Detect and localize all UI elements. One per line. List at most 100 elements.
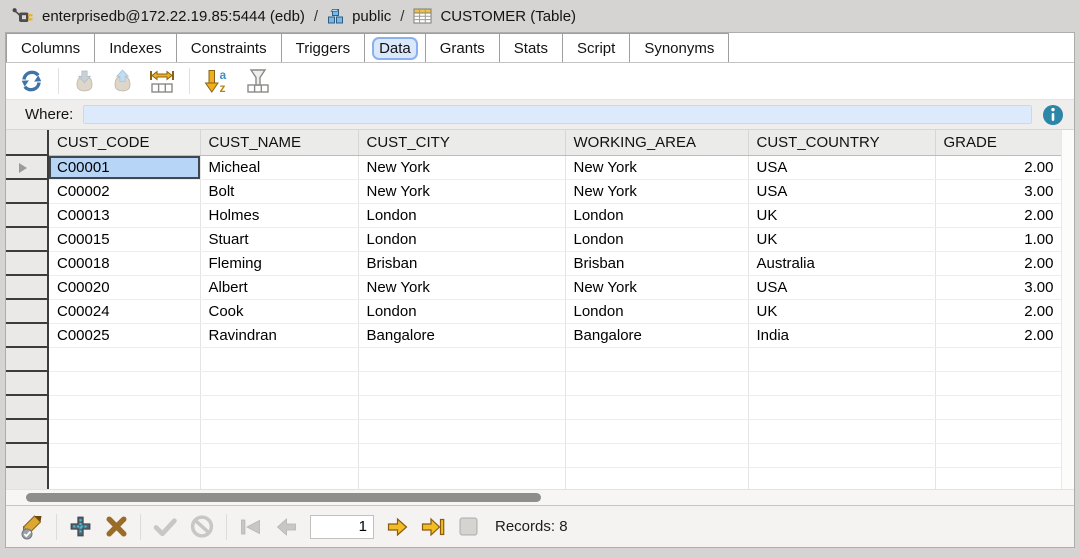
import-data-icon: [72, 69, 97, 94]
table-cell[interactable]: USA: [748, 275, 935, 299]
table-cell[interactable]: Holmes: [200, 203, 358, 227]
table-cell[interactable]: Ravindran: [200, 323, 358, 347]
table-cell[interactable]: London: [358, 299, 565, 323]
column-header-cust_code[interactable]: CUST_CODE: [48, 130, 200, 155]
app-window: enterprisedb@172.22.19.85:5444 (edb) / p…: [0, 0, 1080, 558]
table-cell[interactable]: Brisban: [358, 251, 565, 275]
empty-cell: [200, 443, 358, 467]
table-cell[interactable]: Bangalore: [565, 323, 748, 347]
table-cell[interactable]: USA: [748, 179, 935, 203]
tab-grants[interactable]: Grants: [425, 33, 500, 62]
vertical-scrollbar[interactable]: [1061, 130, 1074, 489]
table-cell[interactable]: C00001: [48, 155, 200, 179]
table-cell[interactable]: 1.00: [935, 227, 1062, 251]
table-cell[interactable]: Australia: [748, 251, 935, 275]
table-cell[interactable]: India: [748, 323, 935, 347]
table-cell[interactable]: New York: [358, 179, 565, 203]
table-cell[interactable]: Micheal: [200, 155, 358, 179]
row-gutter-cell[interactable]: [6, 155, 48, 179]
tab-label: Columns: [16, 39, 85, 58]
empty-cell: [358, 467, 565, 491]
edit-pencil-icon[interactable]: [18, 514, 45, 540]
tab-columns[interactable]: Columns: [6, 33, 95, 62]
last-record-icon[interactable]: [421, 515, 446, 539]
table-cell[interactable]: New York: [565, 155, 748, 179]
table-cell[interactable]: New York: [565, 275, 748, 299]
row-gutter-cell[interactable]: [6, 203, 48, 227]
table-cell[interactable]: 3.00: [935, 179, 1062, 203]
empty-cell: [200, 395, 358, 419]
column-header-cust_name[interactable]: CUST_NAME: [200, 130, 358, 155]
table-cell[interactable]: UK: [748, 299, 935, 323]
table-cell[interactable]: 2.00: [935, 251, 1062, 275]
record-number-input[interactable]: [310, 515, 374, 539]
insert-row-icon[interactable]: [68, 514, 93, 539]
table-row: C00025RavindranBangaloreBangaloreIndia2.…: [6, 323, 1062, 347]
column-header-working_area[interactable]: WORKING_AREA: [565, 130, 748, 155]
row-gutter-cell[interactable]: [6, 299, 48, 323]
table-cell[interactable]: UK: [748, 227, 935, 251]
table-cell[interactable]: C00013: [48, 203, 200, 227]
tab-constraints[interactable]: Constraints: [176, 33, 282, 62]
table-cell[interactable]: 2.00: [935, 323, 1062, 347]
info-icon[interactable]: [1042, 104, 1064, 126]
title-bar: enterprisedb@172.22.19.85:5444 (edb) / p…: [5, 0, 1075, 32]
filter-icon[interactable]: [244, 68, 272, 94]
table-cell[interactable]: London: [565, 203, 748, 227]
table-cell[interactable]: C00015: [48, 227, 200, 251]
table-cell[interactable]: C00002: [48, 179, 200, 203]
column-header-grade[interactable]: GRADE: [935, 130, 1062, 155]
delete-row-icon[interactable]: [104, 514, 129, 539]
next-record-icon[interactable]: [385, 515, 410, 539]
row-gutter-cell[interactable]: [6, 227, 48, 251]
table-cell[interactable]: 3.00: [935, 275, 1062, 299]
table-cell[interactable]: Bangalore: [358, 323, 565, 347]
table-cell[interactable]: New York: [358, 155, 565, 179]
horizontal-scrollbar-thumb[interactable]: [26, 493, 541, 502]
where-input[interactable]: [83, 105, 1032, 124]
table-cell[interactable]: 2.00: [935, 203, 1062, 227]
row-gutter-cell[interactable]: [6, 323, 48, 347]
tab-indexes[interactable]: Indexes: [94, 33, 177, 62]
table-cell[interactable]: New York: [358, 275, 565, 299]
tab-script[interactable]: Script: [562, 33, 630, 62]
refresh-icon[interactable]: [18, 68, 45, 94]
status-bar: Records: 8: [6, 505, 1074, 547]
table-cell[interactable]: New York: [565, 179, 748, 203]
table-cell[interactable]: C00025: [48, 323, 200, 347]
schema-icon: [327, 8, 344, 25]
table-cell[interactable]: Stuart: [200, 227, 358, 251]
horizontal-scrollbar[interactable]: [6, 489, 1074, 505]
row-gutter-cell: [6, 371, 48, 395]
table-cell[interactable]: London: [358, 227, 565, 251]
table-cell[interactable]: 2.00: [935, 155, 1062, 179]
table-cell[interactable]: UK: [748, 203, 935, 227]
table-cell[interactable]: Fleming: [200, 251, 358, 275]
tab-data[interactable]: Data: [364, 33, 426, 62]
tab-synonyms[interactable]: Synonyms: [629, 33, 729, 62]
table-cell[interactable]: Bolt: [200, 179, 358, 203]
table-cell[interactable]: Brisban: [565, 251, 748, 275]
fit-columns-icon[interactable]: [148, 69, 176, 94]
column-header-cust_country[interactable]: CUST_COUNTRY: [748, 130, 935, 155]
table-cell[interactable]: USA: [748, 155, 935, 179]
sort-az-icon[interactable]: a z: [203, 68, 231, 95]
table-cell[interactable]: Cook: [200, 299, 358, 323]
table-cell[interactable]: Albert: [200, 275, 358, 299]
empty-cell: [935, 419, 1062, 443]
table-cell[interactable]: London: [565, 299, 748, 323]
table-cell[interactable]: London: [358, 203, 565, 227]
table-cell[interactable]: London: [565, 227, 748, 251]
column-header-cust_city[interactable]: CUST_CITY: [358, 130, 565, 155]
table-cell[interactable]: C00020: [48, 275, 200, 299]
tab-stats[interactable]: Stats: [499, 33, 563, 62]
table-cell[interactable]: C00024: [48, 299, 200, 323]
table-cell[interactable]: 2.00: [935, 299, 1062, 323]
row-gutter-cell[interactable]: [6, 179, 48, 203]
table-cell[interactable]: C00018: [48, 251, 200, 275]
row-gutter-cell[interactable]: [6, 275, 48, 299]
current-row-marker-icon: [19, 163, 27, 173]
tab-triggers[interactable]: Triggers: [281, 33, 365, 62]
row-gutter-cell[interactable]: [6, 251, 48, 275]
first-record-icon: [238, 515, 263, 539]
